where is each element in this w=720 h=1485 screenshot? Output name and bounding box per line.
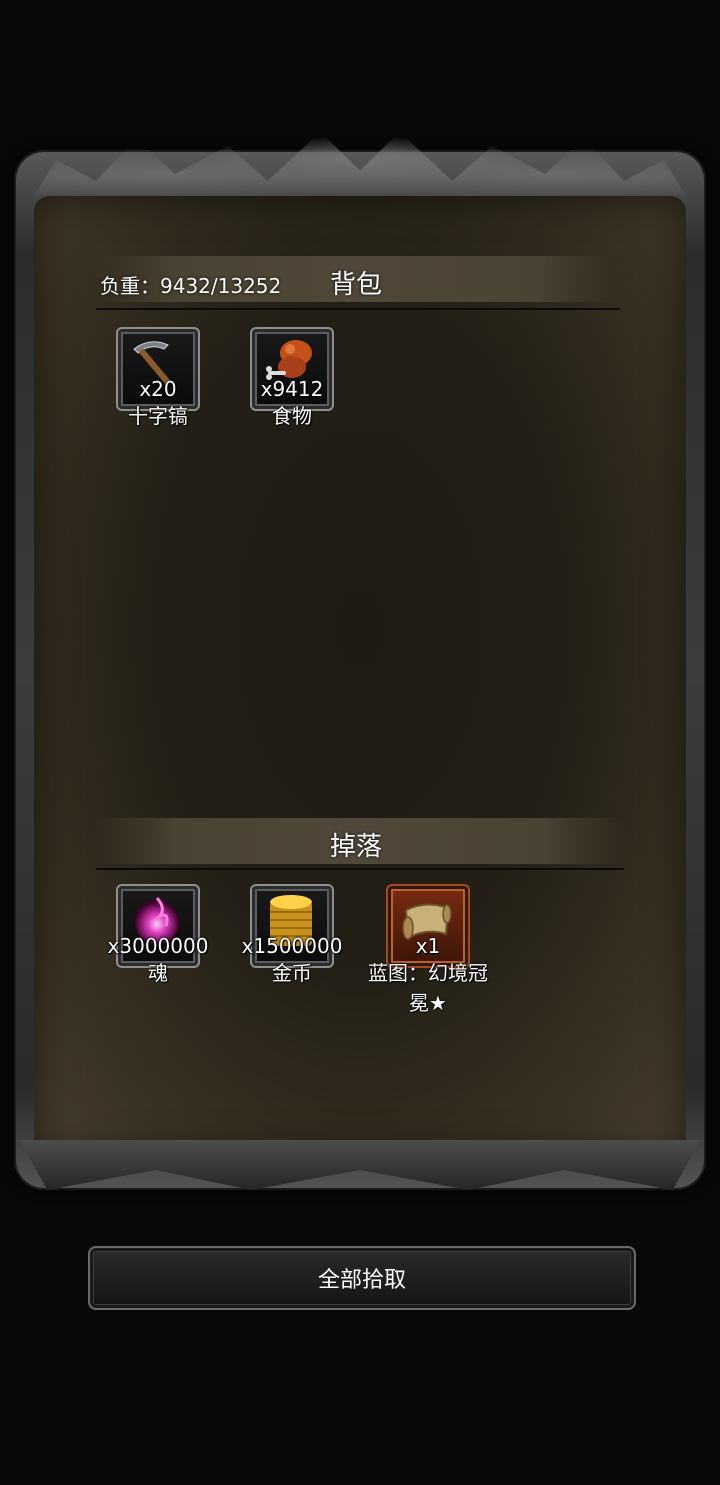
item-quantity: x20	[139, 377, 177, 401]
item-name: 蓝图：幻境冠冕★	[368, 961, 488, 1015]
drop-slot-gold[interactable]: x1500000 金币	[242, 884, 342, 985]
item-name: 金币	[272, 961, 312, 985]
item-quantity: x9412	[260, 377, 324, 401]
divider	[96, 308, 620, 310]
item-name: 食物	[272, 404, 312, 428]
backpack-title: 背包	[330, 270, 383, 300]
weight-label: 负重：9432/13252	[100, 274, 282, 298]
drop-slot-blueprint[interactable]: x1 蓝图：幻境冠冕★	[368, 884, 488, 1015]
item-quantity: x1	[415, 934, 441, 958]
pickup-all-button[interactable]: 全部拾取	[88, 1246, 636, 1310]
drops-title: 掉落	[330, 832, 383, 862]
item-quantity: x1500000	[241, 934, 343, 958]
divider	[96, 868, 624, 870]
item-slot-pickaxe[interactable]: x20 十字镐	[116, 327, 200, 428]
item-quantity: x3000000	[107, 934, 209, 958]
item-slot-food[interactable]: x9412 食物	[250, 327, 334, 428]
drop-slot-soul[interactable]: x3000000 魂	[108, 884, 208, 985]
